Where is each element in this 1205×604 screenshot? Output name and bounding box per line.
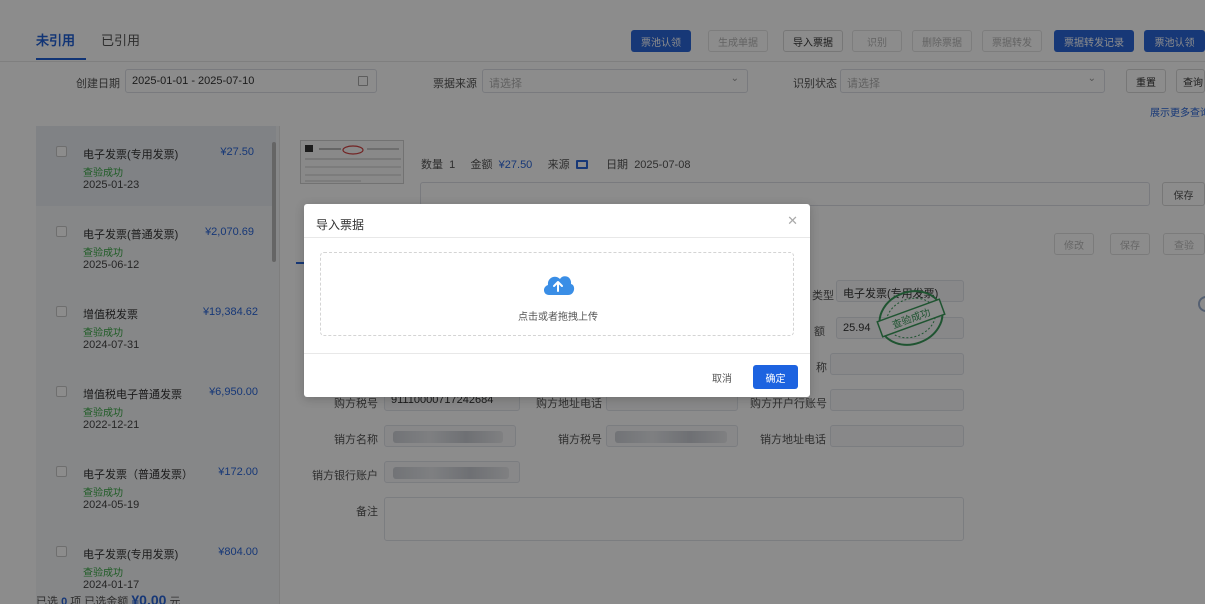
dialog-divider xyxy=(304,353,810,354)
dialog-title: 导入票据 xyxy=(316,218,365,232)
confirm-button[interactable]: 确定 xyxy=(753,365,798,389)
dialog-divider xyxy=(304,237,810,238)
upload-dropzone[interactable]: 点击或者拖拽上传 xyxy=(320,252,794,336)
cancel-button[interactable]: 取消 xyxy=(701,366,743,388)
import-dialog: 导入票据 ✕ 点击或者拖拽上传 取消 确定 xyxy=(304,204,810,397)
close-icon[interactable]: ✕ xyxy=(787,213,798,229)
upload-hint: 点击或者拖拽上传 xyxy=(518,312,598,323)
cloud-upload-icon xyxy=(543,276,575,295)
